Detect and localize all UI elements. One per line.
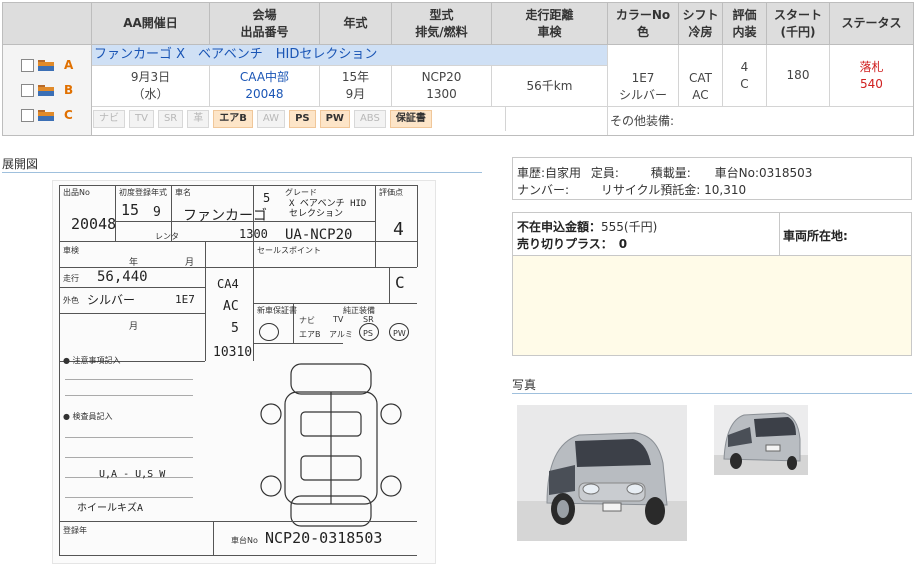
grade-row-c[interactable]: C: [21, 108, 73, 122]
cell-color: 1E7 シルバー: [608, 45, 679, 106]
grade-a-label: A: [64, 58, 74, 72]
cell-model: NCP20 1300: [392, 66, 492, 106]
option-ps: PS: [289, 110, 316, 128]
header-score: 評価 内装: [723, 3, 767, 44]
absent-bid-value: 555(千円): [601, 220, 658, 234]
folder-icon: [38, 84, 54, 96]
vehicle-info-panel: 車歴:自家用 定員: 積載量: 車台No:0318503 ナンバー: リサイクル…: [512, 157, 912, 200]
auction-sheet-image[interactable]: 出品No 初度登録年式 車名 グレード 評価点 レンタ 20048 15 9 フ…: [52, 180, 436, 564]
header-shift: シフト 冷房: [679, 3, 723, 44]
grade-select-column: A B C: [3, 45, 92, 135]
cell-mileage: 56千km: [492, 45, 608, 106]
header-start: スタート (千円): [767, 3, 830, 44]
photos-title: 写真: [512, 378, 537, 392]
bid-panel: 不在申込金額：555(千円) 売り切りプラス： 0 車両所在地:: [512, 212, 912, 356]
option-tv: TV: [129, 110, 154, 128]
cell-score: 4C: [723, 45, 767, 106]
location-label: 車両所在地:: [783, 229, 848, 243]
sell-plus-value: 0: [618, 237, 628, 251]
cell-start: 180: [767, 45, 830, 106]
folder-icon: [38, 59, 54, 71]
absent-bid-label: 不在申込金額：: [517, 220, 602, 234]
option-abs: ABS: [353, 110, 386, 128]
grade-c-label: C: [64, 108, 73, 122]
options-row: ナビ TV SR 革 エアB AW PS PW ABS 保証書: [93, 110, 436, 128]
option-aw: AW: [256, 110, 286, 128]
recycle-text: リサイクル預託金: 10,310: [600, 183, 747, 197]
grade-row-a[interactable]: A: [21, 58, 73, 72]
header-date: AA開催日: [92, 3, 210, 44]
cell-shift: CAT AC: [679, 45, 723, 106]
car-photo-rear[interactable]: [714, 405, 808, 475]
grade-a-checkbox[interactable]: [21, 58, 34, 72]
folder-icon: [38, 109, 54, 121]
grade-c-checkbox[interactable]: [21, 108, 34, 122]
capacity-label: 定員:: [590, 166, 619, 180]
header-color: カラーNo 色: [608, 3, 679, 44]
grade-row-b[interactable]: B: [21, 83, 73, 97]
lot-number-link[interactable]: 20048: [240, 86, 289, 103]
header-status: ステータス: [830, 3, 913, 44]
other-equipment-label: その他装備:: [610, 114, 675, 128]
auction-table: AA開催日 会場 出品番号 年式 型式 排気/燃料 走行距離 車検 カラーNo 色 シフ…: [2, 2, 914, 136]
cell-status: 落札 540: [859, 59, 884, 91]
header-year: 年式: [320, 3, 392, 44]
grade-b-checkbox[interactable]: [21, 83, 34, 97]
header-blank: [3, 3, 92, 44]
load-label: 積載量:: [650, 166, 691, 180]
header-mileage: 走行距離 車検: [492, 3, 608, 44]
grade-b-label: B: [64, 83, 74, 97]
header-venue: 会場 出品番号: [210, 3, 320, 44]
option-sr: SR: [157, 110, 184, 128]
option-airbag: エアB: [213, 110, 253, 128]
car-photo-front[interactable]: [517, 405, 687, 541]
option-warranty: 保証書: [389, 110, 432, 128]
chassis-text: 車台No:0318503: [714, 166, 813, 180]
option-navi: ナビ: [93, 110, 125, 128]
header-model: 型式 排気/燃料: [392, 3, 492, 44]
cell-venue: CAA中部 20048: [210, 66, 320, 106]
sheet-section-title: 展開図: [2, 157, 39, 171]
cell-year: 15年 9月: [320, 66, 392, 106]
number-label: ナンバー:: [517, 183, 570, 197]
cell-date: 9月3日 （水）: [92, 66, 210, 106]
option-leather: 革: [187, 110, 210, 128]
option-pw: PW: [319, 110, 350, 128]
history-text: 車歴:自家用: [517, 166, 582, 180]
sell-plus-label: 売り切りプラス：: [517, 237, 613, 251]
car-damage-diagram: [260, 363, 402, 527]
